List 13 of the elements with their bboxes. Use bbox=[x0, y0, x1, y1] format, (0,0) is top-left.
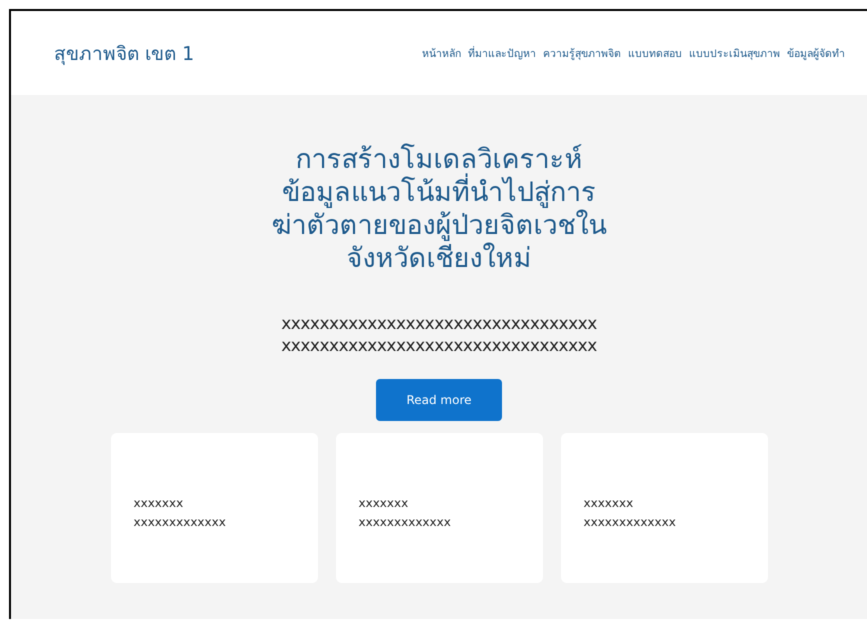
nav-link[interactable]: ข้อมูลผู้จัดทำ bbox=[787, 44, 845, 62]
nav-link[interactable]: หน้าหลัก bbox=[422, 44, 461, 62]
nav-link[interactable]: ที่มาและปัญหา bbox=[468, 44, 536, 62]
nav-link[interactable]: ความรู้สุขภาพจิต bbox=[543, 44, 621, 62]
hero-title: การสร้างโมเดลวิเคราะห์ ข้อมูลแนวโน้มที่นำไปสู่การ ฆ่าตัวตายของผู้ป่วยจิตเวชใน จังหวัดเชียงใหม่ bbox=[272, 143, 606, 275]
nav-link[interactable]: แบบทดสอบ bbox=[628, 44, 682, 62]
card-text: xxxxxxx xxxxxxxxxxxxx bbox=[584, 495, 676, 531]
nav-link[interactable]: แบบประเมินสุขภาพ bbox=[689, 44, 780, 62]
hero-text: xxxxxxxxxxxxxxxxxxxxxxxxxxxxxxxxx xxxxxxxxxxxxxxxxxxxxxxxxxxxxxxxxx bbox=[281, 313, 597, 357]
site-title: สุขภาพจิต เขต 1 bbox=[54, 42, 194, 67]
card-text: xxxxxxx xxxxxxxxxxxxx bbox=[134, 495, 226, 531]
card-text: xxxxxxx xxxxxxxxxxxxx bbox=[358, 495, 451, 531]
read-more-button[interactable]: Read more bbox=[376, 379, 502, 421]
